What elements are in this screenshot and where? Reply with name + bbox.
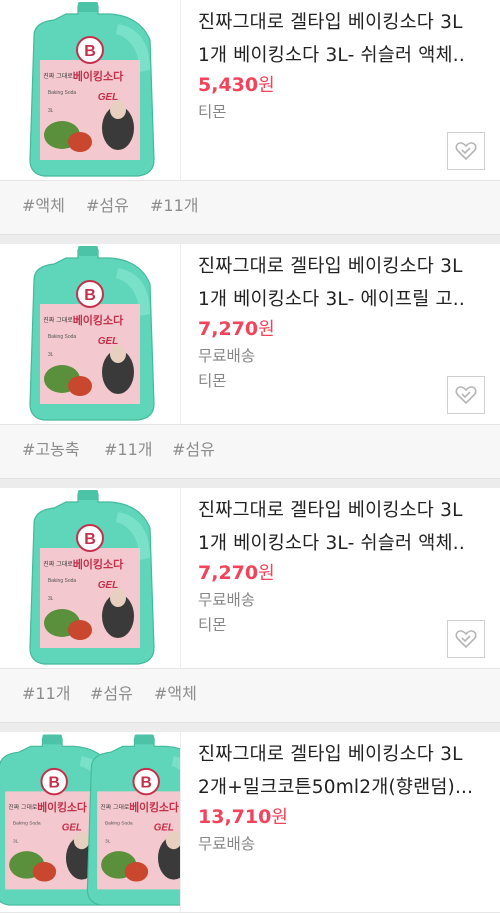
- heart-outline-icon: [455, 630, 477, 649]
- svg-text:Baking Soda: Baking Soda: [48, 578, 77, 584]
- svg-text:B: B: [84, 43, 96, 60]
- wishlist-button[interactable]: [447, 620, 485, 658]
- svg-text:진짜 그대로: 진짜 그대로: [100, 803, 129, 811]
- svg-text:3L: 3L: [48, 108, 54, 114]
- svg-text:베이킹소다: 베이킹소다: [73, 313, 124, 327]
- tag[interactable]: #섬유: [86, 195, 129, 217]
- product-image: B 진짜 그대로 베이킹소다 Baking Soda GEL 3L B 진짜 그…: [0, 734, 180, 906]
- product-title-line1: 진짜그대로 겔타입 베이킹소다 3L: [198, 744, 463, 765]
- heart-outline-icon: [455, 386, 477, 405]
- svg-text:GEL: GEL: [98, 92, 119, 103]
- tag[interactable]: #11개: [22, 683, 71, 705]
- product-price: 5,430원: [198, 72, 486, 99]
- product-title-line2: 2개+밀크코튼50ml2개(향랜덤)...: [198, 777, 474, 798]
- svg-text:진짜 그대로: 진짜 그대로: [8, 803, 37, 811]
- heart-outline-icon: [455, 142, 477, 161]
- svg-text:진짜 그대로: 진짜 그대로: [43, 560, 73, 568]
- svg-text:GEL: GEL: [98, 336, 119, 347]
- product-info[interactable]: 진짜그대로 겔타입 베이킹소다 3L 2개+밀크코튼50ml2개(향랜덤)...…: [198, 738, 486, 856]
- svg-text:3L: 3L: [105, 838, 111, 844]
- tag-bar: #11개 #섬유 #액체: [0, 669, 500, 723]
- product-title[interactable]: 진짜그대로 겔타입 베이킹소다 3L 1개 베이킹소다 3L- 쉬슬러 액체..: [198, 494, 486, 560]
- price-currency: 원: [258, 319, 275, 340]
- wishlist-button[interactable]: [447, 376, 485, 414]
- svg-text:Baking Soda: Baking Soda: [48, 334, 77, 340]
- product-title-line1: 진짜그대로 겔타입 베이킹소다 3L: [198, 256, 463, 277]
- tag[interactable]: #액체: [154, 683, 197, 705]
- seller-name: 티몬: [198, 616, 227, 634]
- product-title-line2: 1개 베이킹소다 3L- 쉬슬러 액체..: [198, 533, 465, 554]
- tag[interactable]: #11개: [104, 439, 153, 461]
- product-item[interactable]: B 진짜 그대로 베이킹소다 Baking Soda GEL 3L 진짜그대로 …: [0, 488, 500, 669]
- price-currency: 원: [258, 563, 275, 584]
- price-value: 13,710: [198, 806, 272, 828]
- product-image: B 진짜 그대로 베이킹소다 Baking Soda GEL 3L: [29, 2, 155, 177]
- product-info[interactable]: 진짜그대로 겔타입 베이킹소다 3L 1개 베이킹소다 3L- 에이프릴 고..…: [198, 250, 486, 393]
- product-price: 7,270원: [198, 316, 486, 343]
- product-image: B 진짜 그대로 베이킹소다 Baking Soda GEL 3L: [29, 490, 155, 665]
- svg-text:B: B: [84, 287, 96, 304]
- svg-text:Baking Soda: Baking Soda: [13, 821, 41, 827]
- product-title[interactable]: 진짜그대로 겔타입 베이킹소다 3L 1개 베이킹소다 3L- 에이프릴 고..: [198, 250, 486, 316]
- svg-text:B: B: [84, 531, 96, 548]
- product-title[interactable]: 진짜그대로 겔타입 베이킹소다 3L 1개 베이킹소다 3L- 쉬슬러 액체..: [198, 6, 486, 72]
- product-item[interactable]: B 진짜 그대로 베이킹소다 Baking Soda GEL 3L 진짜그대로 …: [0, 0, 500, 181]
- tag[interactable]: #섬유: [90, 683, 133, 705]
- product-thumbnail[interactable]: B 진짜 그대로 베이킹소다 Baking Soda GEL 3L: [0, 0, 181, 180]
- product-thumbnail[interactable]: B 진짜 그대로 베이킹소다 Baking Soda GEL 3L: [0, 244, 181, 424]
- wishlist-button[interactable]: [447, 132, 485, 170]
- svg-text:3L: 3L: [13, 838, 19, 844]
- seller-name: 티몬: [198, 372, 227, 390]
- price-currency: 원: [271, 807, 288, 828]
- svg-text:B: B: [141, 774, 152, 791]
- svg-text:Baking Soda: Baking Soda: [48, 90, 77, 96]
- svg-text:GEL: GEL: [98, 580, 119, 591]
- product-info[interactable]: 진짜그대로 겔타입 베이킹소다 3L 1개 베이킹소다 3L- 쉬슬러 액체..…: [198, 494, 486, 637]
- svg-text:3L: 3L: [48, 352, 54, 358]
- tag-bar: #고농축 #11개 #섬유: [0, 425, 500, 479]
- svg-text:베이킹소다: 베이킹소다: [37, 801, 87, 814]
- svg-text:3L: 3L: [48, 596, 54, 602]
- svg-text:B: B: [49, 774, 60, 791]
- svg-text:베이킹소다: 베이킹소다: [129, 801, 179, 814]
- product-item[interactable]: B 진짜 그대로 베이킹소다 Baking Soda GEL 3L B 진짜 그…: [0, 732, 500, 913]
- product-thumbnail[interactable]: B 진짜 그대로 베이킹소다 Baking Soda GEL 3L: [0, 488, 181, 668]
- tag[interactable]: #고농축: [22, 439, 80, 461]
- seller-name: 티몬: [198, 103, 227, 121]
- tag-bar: #액체 #섬유 #11개: [0, 181, 500, 235]
- product-item[interactable]: B 진짜 그대로 베이킹소다 Baking Soda GEL 3L 진짜그대로 …: [0, 244, 500, 425]
- product-price: 13,710원: [198, 804, 486, 831]
- price-value: 5,430: [198, 74, 259, 96]
- product-info[interactable]: 진짜그대로 겔타입 베이킹소다 3L 1개 베이킹소다 3L- 쉬슬러 액체..…: [198, 6, 486, 124]
- product-image: B 진짜 그대로 베이킹소다 Baking Soda GEL 3L: [29, 246, 155, 421]
- svg-text:진짜 그대로: 진짜 그대로: [43, 72, 73, 80]
- price-value: 7,270: [198, 318, 259, 340]
- product-title-line1: 진짜그대로 겔타입 베이킹소다 3L: [198, 500, 463, 521]
- tag[interactable]: #섬유: [172, 439, 215, 461]
- product-title-line2: 1개 베이킹소다 3L- 에이프릴 고..: [198, 289, 465, 310]
- product-title-line1: 진짜그대로 겔타입 베이킹소다 3L: [198, 12, 463, 33]
- product-thumbnail[interactable]: B 진짜 그대로 베이킹소다 Baking Soda GEL 3L B 진짜 그…: [0, 732, 181, 912]
- price-value: 7,270: [198, 562, 259, 584]
- tag[interactable]: #액체: [22, 195, 65, 217]
- tag[interactable]: #11개: [150, 195, 199, 217]
- product-price: 7,270원: [198, 560, 486, 587]
- svg-text:GEL: GEL: [62, 823, 82, 834]
- price-currency: 원: [258, 75, 275, 96]
- svg-text:Baking Soda: Baking Soda: [105, 821, 133, 827]
- svg-text:GEL: GEL: [154, 823, 174, 834]
- svg-text:진짜 그대로: 진짜 그대로: [43, 316, 73, 324]
- shipping-info: 무료배송: [198, 347, 256, 365]
- svg-text:베이킹소다: 베이킹소다: [73, 557, 124, 571]
- svg-text:베이킹소다: 베이킹소다: [73, 69, 124, 83]
- product-title-line2: 1개 베이킹소다 3L- 쉬슬러 액체..: [198, 45, 465, 66]
- product-title[interactable]: 진짜그대로 겔타입 베이킹소다 3L 2개+밀크코튼50ml2개(향랜덤)...: [198, 738, 486, 804]
- shipping-info: 무료배송: [198, 591, 256, 609]
- shipping-info: 무료배송: [198, 835, 256, 853]
